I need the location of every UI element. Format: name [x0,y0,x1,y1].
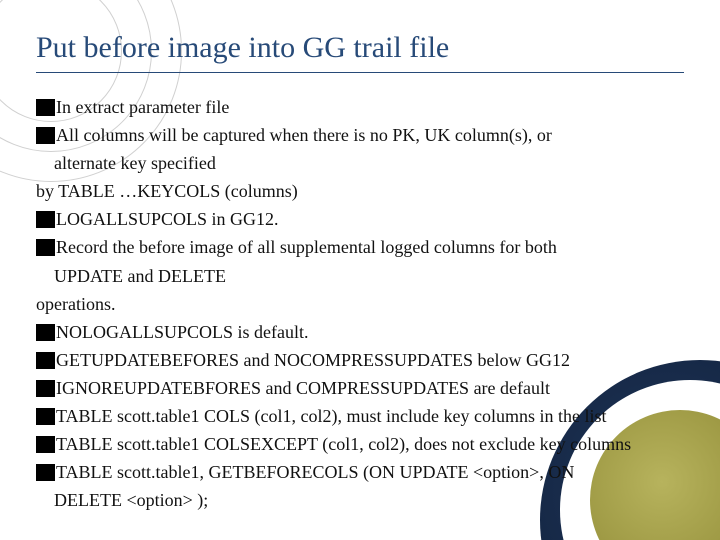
slide: Put before image into GG trail file In e… [0,0,720,540]
bullet-glyph-icon [36,408,55,425]
bullet-text: operations. [36,294,115,314]
bullet-item: LOGALLSUPCOLS in GG12. [36,206,684,232]
bullet-text: by TABLE …KEYCOLS (columns) [36,181,298,201]
bullet-plain-line: by TABLE …KEYCOLS (columns) [36,178,684,204]
bullet-text: In extract parameter file [56,97,229,117]
bullet-continuation: alternate key specified [54,150,684,176]
bullet-text: All columns will be captured when there … [56,125,552,145]
bullet-glyph-icon [36,352,55,369]
bullet-text: DELETE <option> ); [54,490,208,510]
bullet-glyph-icon [36,239,55,256]
bullet-glyph-icon [36,380,55,397]
bullet-text: TABLE scott.table1 COLS (col1, col2), mu… [56,406,606,426]
bullet-text: TABLE scott.table1 COLSEXCEPT (col1, col… [56,434,631,454]
slide-title-text: Put before image into GG trail file [36,31,449,64]
bullet-continuation: UPDATE and DELETE [54,263,684,289]
slide-title: Put before image into GG trail file [36,30,684,73]
slide-body: In extract parameter file All columns wi… [36,94,684,515]
bullet-text: NOLOGALLSUPCOLS is default. [56,322,309,342]
bullet-item: GETUPDATEBEFORES and NOCOMPRESSUPDATES b… [36,347,684,373]
bullet-glyph-icon [36,99,55,116]
bullet-item: All columns will be captured when there … [36,122,684,148]
bullet-text: IGNOREUPDATEBFORES and COMPRESSUPDATES a… [56,378,550,398]
bullet-glyph-icon [36,464,55,481]
bullet-item: TABLE scott.table1 COLS (col1, col2), mu… [36,403,684,429]
bullet-item: Record the before image of all supplemen… [36,234,684,260]
bullet-plain-line: operations. [36,291,684,317]
bullet-item: TABLE scott.table1 COLSEXCEPT (col1, col… [36,431,684,457]
bullet-glyph-icon [36,436,55,453]
bullet-continuation: DELETE <option> ); [54,487,684,513]
bullet-text: alternate key specified [54,153,216,173]
bullet-text: Record the before image of all supplemen… [56,237,557,257]
bullet-glyph-icon [36,127,55,144]
bullet-item: TABLE scott.table1, GETBEFORECOLS (ON UP… [36,459,684,485]
bullet-text: UPDATE and DELETE [54,266,226,286]
bullet-item: IGNOREUPDATEBFORES and COMPRESSUPDATES a… [36,375,684,401]
bullet-text: GETUPDATEBEFORES and NOCOMPRESSUPDATES b… [56,350,570,370]
bullet-text: LOGALLSUPCOLS in GG12. [56,209,279,229]
title-underline [36,72,684,73]
bullet-item: In extract parameter file [36,94,684,120]
bullet-text: TABLE scott.table1, GETBEFORECOLS (ON UP… [56,462,574,482]
bullet-glyph-icon [36,211,55,228]
bullet-item: NOLOGALLSUPCOLS is default. [36,319,684,345]
bullet-glyph-icon [36,324,55,341]
